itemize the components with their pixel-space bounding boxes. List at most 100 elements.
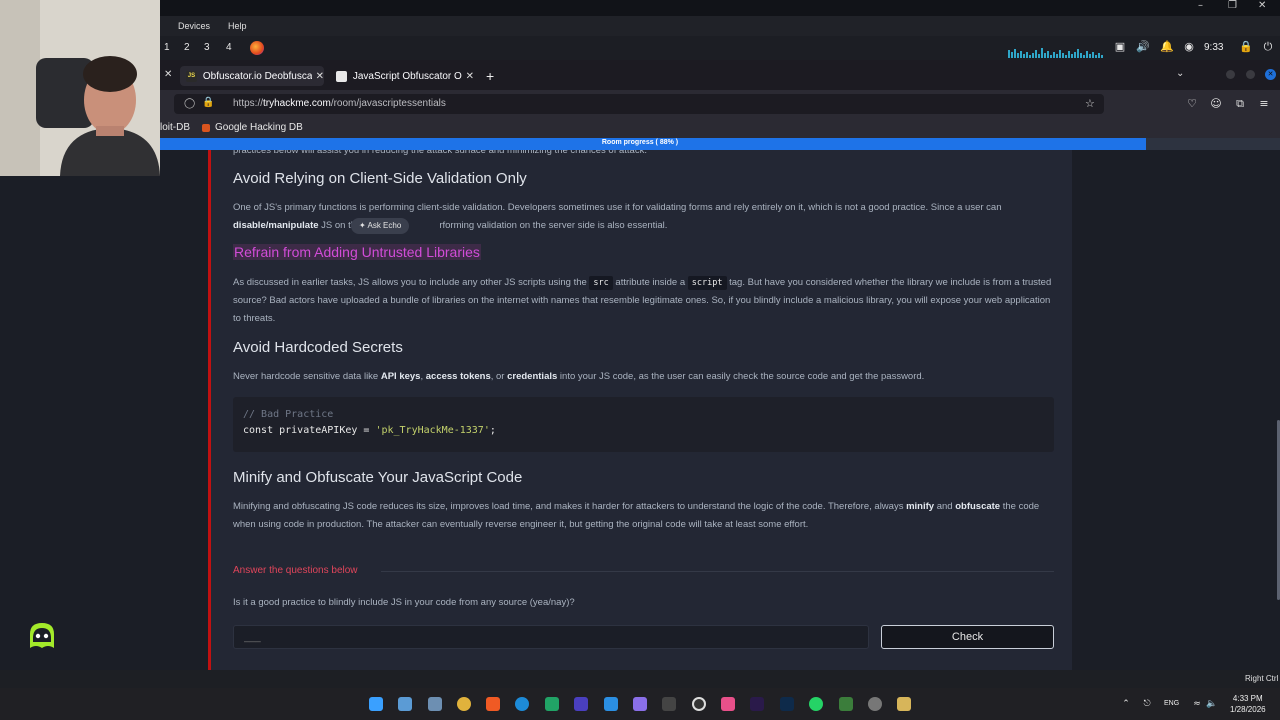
panel-clock: 9:33 [1204, 42, 1224, 53]
restore-icon[interactable]: ❐ [1228, 0, 1237, 11]
app-icon[interactable] [545, 697, 559, 711]
page-icon [336, 70, 347, 82]
lock-icon[interactable]: 🔒 [202, 97, 214, 108]
premiere-icon[interactable] [750, 697, 764, 711]
bookmark-google-hacking-db[interactable]: Google Hacking DB [215, 122, 303, 133]
ask-echo-button[interactable]: ✦ Ask Echo [351, 218, 410, 234]
notification-bell-icon[interactable]: 🔔 [1160, 41, 1174, 53]
js-icon: JS [186, 70, 197, 82]
host-status-row: Right Ctrl [0, 670, 1280, 688]
app-icon[interactable] [897, 697, 911, 711]
account-icon[interactable]: ☺ [1210, 98, 1222, 110]
code-block: // Bad Practice const privateAPIKey = 'p… [233, 397, 1054, 452]
minimize-icon[interactable]: – [1198, 0, 1203, 11]
workspace-1[interactable]: 1 [164, 42, 170, 53]
windows-start-icon[interactable] [369, 697, 383, 711]
section-heading: Minify and Obfuscate Your JavaScript Cod… [233, 469, 523, 486]
app-icon[interactable] [633, 697, 647, 711]
app-icon[interactable] [839, 697, 853, 711]
app-icon[interactable] [721, 697, 735, 711]
app-icon[interactable] [662, 697, 676, 711]
wifi-icon[interactable]: ≈ [1191, 698, 1203, 710]
question-text: Is it a good practice to blindly include… [233, 597, 575, 608]
address-bar[interactable]: ◯ 🔒 https://tryhackme.com/room/javascrip… [174, 94, 1104, 114]
menu-icon[interactable]: ≡ [1258, 98, 1270, 110]
obs-icon[interactable] [692, 697, 706, 711]
answer-section-label: Answer the questions below [233, 565, 358, 576]
window-dot-icon[interactable] [1246, 70, 1255, 79]
vm-menu-bar: Devices Help [160, 16, 1280, 36]
photoshop-icon[interactable] [780, 697, 794, 711]
section-heading: Avoid Relying on Client-Side Validation … [233, 170, 527, 187]
chevron-up-icon[interactable]: ⌃ [1120, 698, 1132, 710]
vm-title-bar: – ❐ ✕ [0, 0, 1280, 16]
workspace-3[interactable]: 3 [204, 42, 210, 53]
lock-icon[interactable]: 🔒 [1239, 41, 1253, 53]
answer-input[interactable] [233, 625, 869, 649]
paragraph: practices below will assist you in reduc… [233, 150, 647, 156]
snip-icon[interactable] [428, 697, 442, 711]
app-icon[interactable] [868, 697, 882, 711]
right-ctrl-label: Right Ctrl [1245, 674, 1279, 683]
close-tab-icon[interactable]: ✕ [316, 71, 324, 82]
app-icon[interactable] [574, 697, 588, 711]
bookmarks-bar: loit-DB Google Hacking DB [160, 118, 1280, 138]
menu-devices[interactable]: Devices [178, 21, 210, 31]
shield-icon[interactable]: ◯ [184, 98, 195, 109]
section-heading-highlighted: Refrain from Adding Untrusted Libraries [233, 244, 481, 260]
code-comment: // Bad Practice [243, 409, 334, 420]
close-window-icon[interactable]: ✕ [1265, 69, 1276, 80]
desktop-icon[interactable] [398, 697, 412, 711]
check-button[interactable]: Check [881, 625, 1054, 649]
tab-title: JavaScript Obfuscator Or [352, 70, 462, 82]
browser-tab-bar: ✕ JS Obfuscator.io Deobfuscat ✕ JavaScri… [160, 60, 1280, 90]
menu-help[interactable]: Help [228, 21, 247, 31]
language-indicator[interactable]: ENG [1164, 700, 1179, 707]
bookmark-exploit-db[interactable]: loit-DB [160, 122, 190, 133]
code-line: const privateAPIKey = 'pk_TryHackMe-1337… [243, 425, 496, 436]
window-dot-icon[interactable] [1226, 70, 1235, 79]
url-text[interactable]: https://tryhackme.com/room/javascriptess… [233, 98, 446, 109]
speaker-icon[interactable]: 🔈 [1206, 698, 1218, 710]
room-progress-bar: Room progress ( 88% ) [160, 138, 1280, 150]
paragraph: Never hardcode sensitive data like API k… [233, 371, 925, 382]
tab-obfuscator-io[interactable]: JS Obfuscator.io Deobfuscat ✕ [180, 66, 324, 86]
edge-icon[interactable] [515, 697, 529, 711]
screen-icon[interactable]: ▣ [1114, 41, 1126, 53]
tab-title: Obfuscator.io Deobfuscat [202, 70, 312, 82]
chevron-down-icon[interactable]: ⌄ [1176, 68, 1184, 79]
microphone-icon[interactable]: ⎋ [1141, 698, 1153, 710]
paragraph: Minifying and obfuscating JS code reduce… [233, 501, 1040, 530]
windows-taskbar: ⌃ ⎋ ENG ≈ 🔈 4:33 PM 1/28/2026 [0, 688, 1280, 720]
desktop-panel: 1 2 3 4 ▣ 🔊 🔔 ◉ 9:33 🔒 ⏻ [160, 36, 1280, 60]
extensions-icon[interactable]: ⧉ [1234, 98, 1246, 110]
audio-visualizer [1008, 48, 1103, 58]
section-heading: Avoid Hardcoded Secrets [233, 339, 403, 356]
progress-label: Room progress ( 88% ) [601, 139, 679, 146]
page-content: practices below will assist you in reduc… [160, 150, 1280, 670]
pocket-icon[interactable]: ♡ [1186, 98, 1198, 110]
webcam-overlay [0, 0, 160, 176]
browser-nav-bar: ◯ 🔒 https://tryhackme.com/room/javascrip… [160, 90, 1280, 118]
brave-icon[interactable] [486, 697, 500, 711]
close-tab-icon[interactable]: ✕ [466, 71, 474, 82]
task-card: practices below will assist you in reduc… [208, 150, 1072, 670]
tryhackme-mascot-icon[interactable] [24, 618, 60, 654]
status-icon[interactable]: ◉ [1183, 41, 1195, 53]
workspace-4[interactable]: 4 [226, 42, 232, 53]
divider [381, 571, 1054, 572]
vscode-icon[interactable] [604, 697, 618, 711]
chrome-icon[interactable] [457, 697, 471, 711]
whatsapp-icon[interactable] [809, 697, 823, 711]
system-clock[interactable]: 4:33 PM 1/28/2026 [1230, 693, 1266, 715]
volume-icon[interactable]: 🔊 [1136, 41, 1150, 53]
close-icon[interactable]: ✕ [164, 69, 172, 80]
tab-javascript-obfuscator[interactable]: JavaScript Obfuscator Or ✕ [330, 66, 474, 86]
power-icon[interactable]: ⏻ [1262, 41, 1274, 53]
new-tab-icon[interactable]: + [486, 68, 494, 84]
screen: – ❐ ✕ Devices Help 1 2 3 4 ▣ 🔊 🔔 ◉ 9:33 … [0, 0, 1280, 720]
firefox-icon[interactable] [250, 41, 264, 55]
bookmark-star-icon[interactable]: ☆ [1085, 97, 1095, 110]
workspace-2[interactable]: 2 [184, 42, 190, 53]
close-icon[interactable]: ✕ [1258, 0, 1266, 11]
